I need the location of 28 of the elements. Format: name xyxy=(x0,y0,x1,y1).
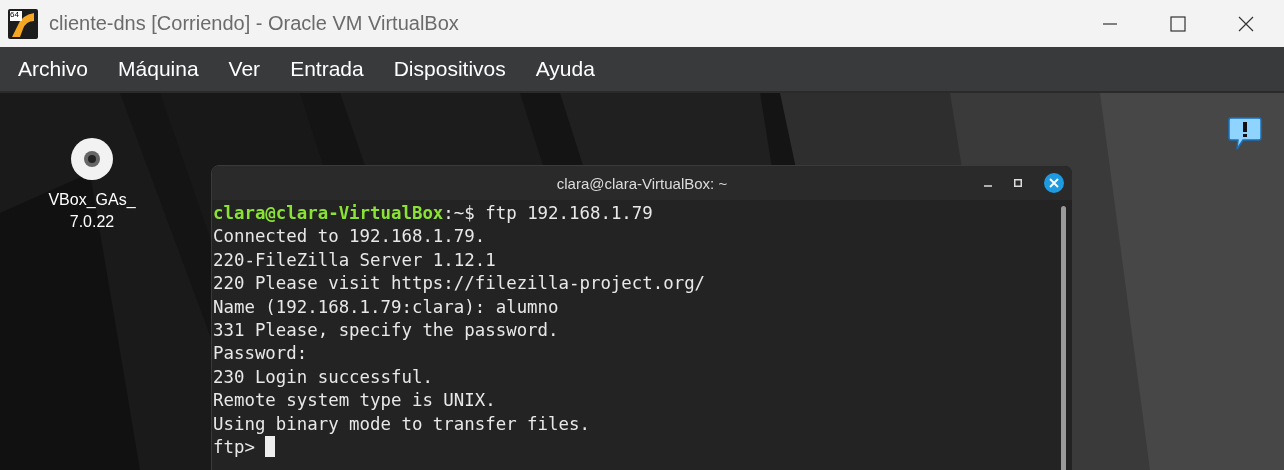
prompt-user-host: clara@clara-VirtualBox xyxy=(213,203,444,223)
output-line: Connected to 192.168.1.79. xyxy=(213,226,486,247)
output-line: Using binary mode to transfer files. xyxy=(213,413,590,434)
output-line: Name (192.168.1.79:clara): alumno xyxy=(213,296,559,317)
menu-item[interactable]: Archivo xyxy=(18,57,89,81)
menu-item[interactable]: Ayuda xyxy=(535,57,595,81)
scrollbar[interactable] xyxy=(1061,206,1066,470)
window-title: cliente-dns [Corriendo] - Oracle VM VirtualBox xyxy=(49,12,459,35)
terminal-title: clara@clara-VirtualBox: ~ xyxy=(556,174,728,192)
menu-item[interactable]: Dispositivos xyxy=(393,57,506,81)
menu-item[interactable]: Máquina xyxy=(118,57,199,81)
output-line: Remote system type is UNIX. xyxy=(213,390,496,411)
ftp-prompt: ftp> xyxy=(213,436,255,457)
command-text: ftp 192.168.1.79 xyxy=(485,203,653,223)
menu-item[interactable]: Entrada xyxy=(290,57,364,81)
notification-icon[interactable] xyxy=(1228,117,1262,151)
output-line: 230 Login successful. xyxy=(213,366,433,387)
disc-icon[interactable] xyxy=(70,137,114,181)
prompt-path: :~$ xyxy=(443,203,475,223)
output-line: 220 Please visit https://filezilla-project.org/ xyxy=(213,273,706,294)
close-icon[interactable] xyxy=(1238,15,1254,32)
output-line: 331 Please, specify the password. xyxy=(213,319,559,340)
output-line: 220-FileZilla Server 1.12.1 xyxy=(213,249,496,270)
app-icon-number: 64 xyxy=(10,9,19,20)
output-line: Password: xyxy=(213,343,308,364)
close-icon[interactable] xyxy=(1044,173,1064,193)
menu-item[interactable]: Ver xyxy=(228,57,261,81)
file-label: VBox_GAs_ 7.0.22 xyxy=(48,190,136,232)
